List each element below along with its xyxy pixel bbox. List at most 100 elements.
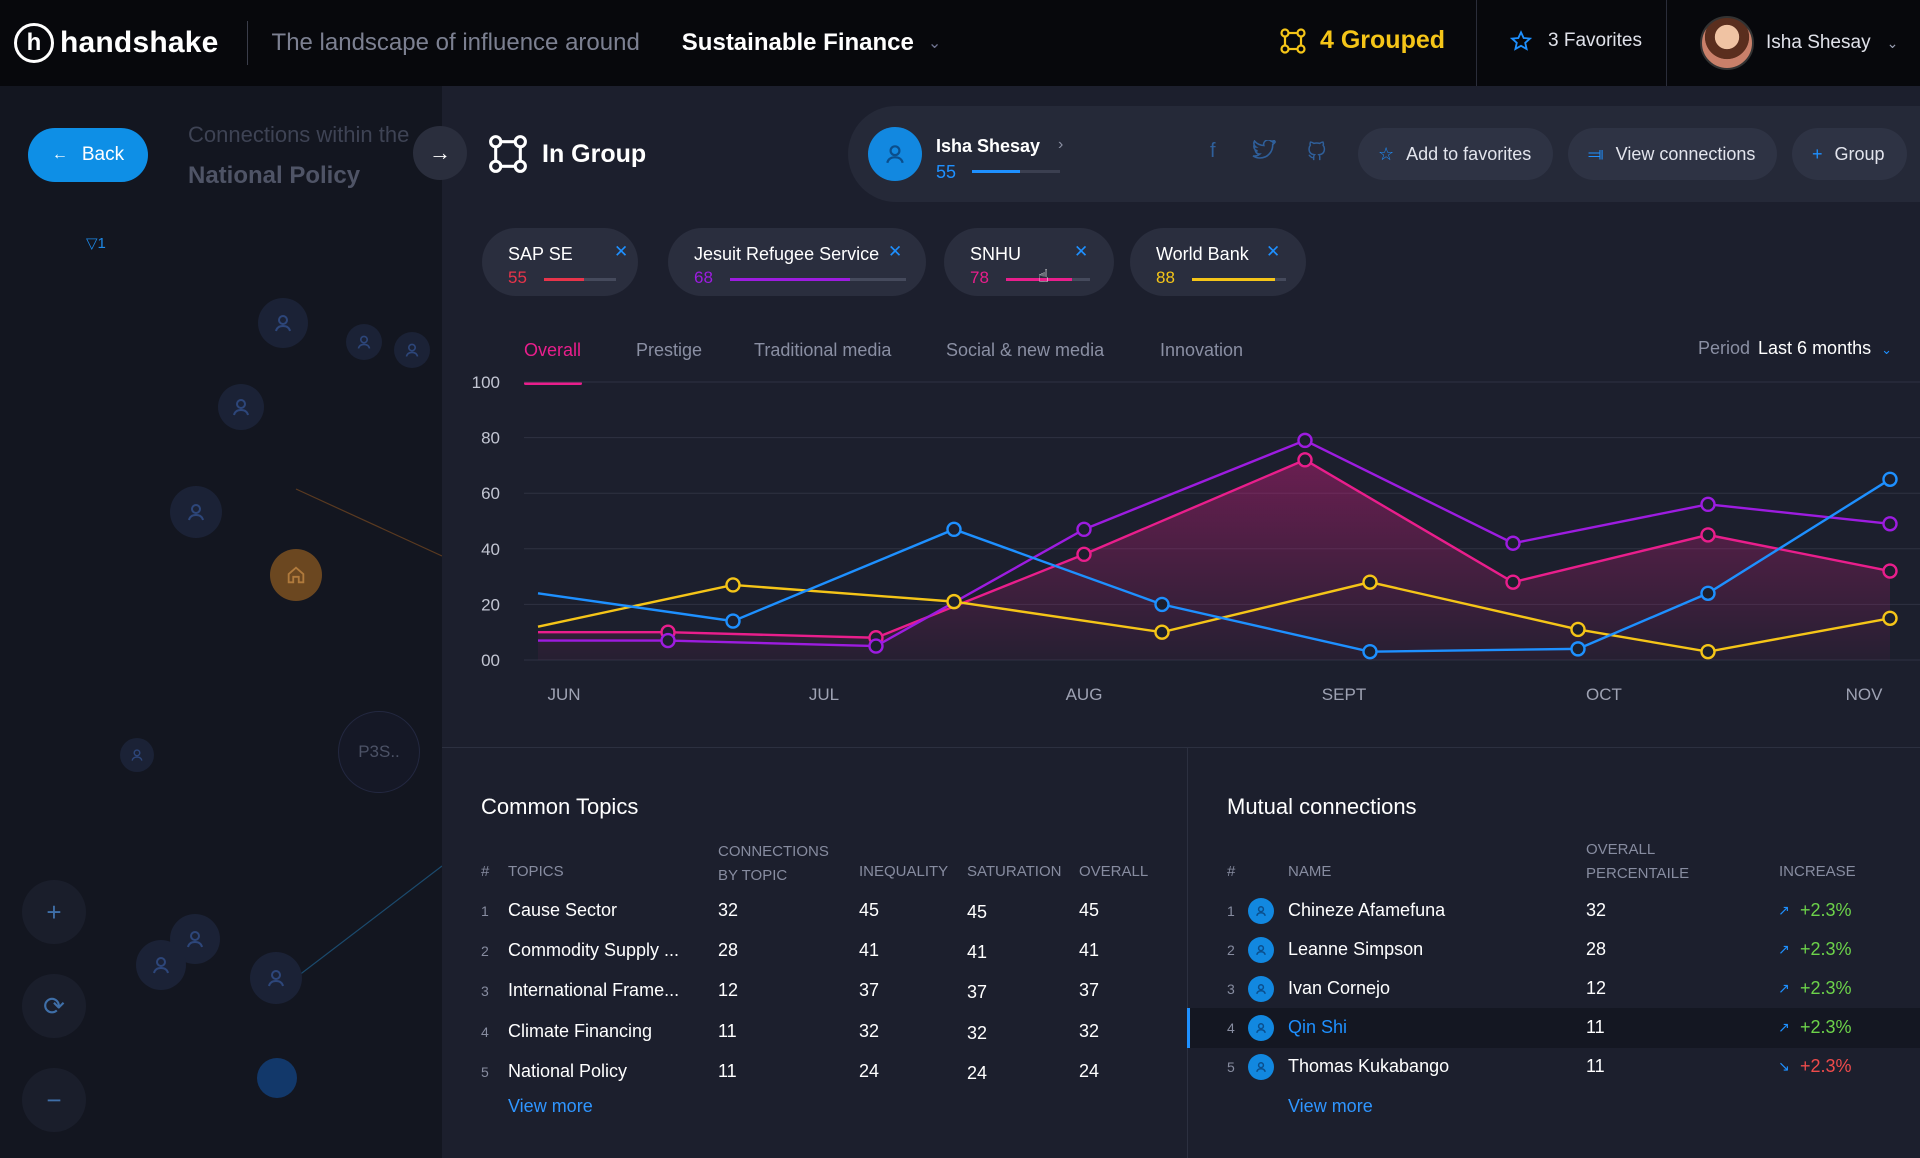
tab-prestige[interactable]: Prestige: [636, 340, 702, 361]
mutual-view-more-link[interactable]: View more: [1288, 1096, 1373, 1117]
column-header[interactable]: INEQUALITY: [859, 860, 948, 884]
data-point[interactable]: [1882, 516, 1898, 532]
column-header[interactable]: TOPICS: [508, 860, 564, 884]
mutual-connections-title: Mutual connections: [1227, 794, 1417, 819]
profile-avatar[interactable]: [868, 127, 922, 181]
data-point[interactable]: [1505, 535, 1521, 551]
column-header[interactable]: CONNECTIONS BY TOPIC: [718, 840, 829, 888]
tab-innovation[interactable]: Innovation: [1160, 340, 1243, 361]
connection-name[interactable]: Ivan Cornejo: [1288, 978, 1390, 999]
brand-logo[interactable]: h handshake: [14, 23, 219, 63]
topic-name[interactable]: Cause Sector: [508, 900, 617, 921]
connection-name[interactable]: Thomas Kukabango: [1288, 1056, 1449, 1077]
topic-name[interactable]: Climate Financing: [508, 1021, 652, 1042]
chip-score-fill: [730, 278, 850, 281]
person-node[interactable]: [136, 940, 186, 990]
connection-name[interactable]: Qin Shi: [1288, 1017, 1347, 1038]
close-icon[interactable]: ✕: [614, 242, 628, 262]
column-header: #: [1227, 863, 1236, 880]
data-point[interactable]: [725, 577, 741, 593]
data-point[interactable]: [1505, 574, 1521, 590]
column-header[interactable]: SATURATION: [967, 860, 1061, 884]
data-point[interactable]: [1362, 574, 1378, 590]
column-header[interactable]: OVERALL PERCENTAILE: [1586, 838, 1696, 886]
panel-title-text: In Group: [542, 139, 647, 168]
topic-name[interactable]: National Policy: [508, 1061, 627, 1082]
period-selector[interactable]: Period Last 6 months ⌄: [1698, 338, 1892, 359]
data-point[interactable]: [1154, 624, 1170, 640]
data-point[interactable]: [1700, 527, 1716, 543]
chip-label: SAP SE: [508, 244, 573, 264]
chevron-down-icon[interactable]: ⌄: [928, 33, 941, 53]
profile-name[interactable]: Isha Shesay: [936, 136, 1040, 157]
data-point[interactable]: [1297, 432, 1313, 449]
close-icon[interactable]: ✕: [888, 242, 902, 262]
person-node[interactable]: [120, 738, 154, 772]
data-point[interactable]: [1700, 585, 1716, 601]
topic-selector[interactable]: Sustainable Finance: [682, 29, 914, 57]
data-point[interactable]: [1882, 471, 1898, 488]
twitter-icon[interactable]: [1252, 138, 1276, 166]
data-point[interactable]: [1570, 621, 1586, 638]
data-point[interactable]: [1882, 563, 1898, 579]
organization-node[interactable]: [270, 549, 322, 601]
close-icon[interactable]: ✕: [1074, 242, 1088, 262]
data-point[interactable]: [1570, 641, 1586, 657]
percentile-value: 28: [1586, 939, 1607, 959]
group-member-chip[interactable]: World Bank ✕ 88: [1130, 228, 1306, 296]
close-icon[interactable]: ✕: [1266, 242, 1280, 262]
column-header[interactable]: OVERALL: [1079, 860, 1148, 884]
data-point[interactable]: [660, 632, 676, 649]
selected-node[interactable]: [257, 1058, 297, 1098]
facebook-icon[interactable]: f: [1210, 140, 1216, 163]
topic-name[interactable]: International Frame...: [508, 980, 679, 1001]
tab-social-new-media[interactable]: Social & new media: [946, 340, 1104, 361]
user-menu[interactable]: Isha Shesay ⌄: [1700, 16, 1898, 70]
topic-name[interactable]: Commodity Supply ...: [508, 940, 679, 961]
group-button[interactable]: + Group: [1792, 128, 1907, 180]
favorites-button[interactable]: 3 Favorites: [1510, 30, 1642, 52]
person-node[interactable]: [170, 486, 222, 538]
add-to-favorites-button[interactable]: ☆ Add to favorites: [1358, 128, 1554, 180]
data-point[interactable]: [1076, 546, 1092, 563]
data-point[interactable]: [946, 521, 962, 538]
github-icon[interactable]: [1306, 140, 1328, 168]
connection-name[interactable]: Leanne Simpson: [1288, 939, 1423, 960]
refresh-button[interactable]: ⟳: [22, 974, 86, 1038]
column-header[interactable]: NAME: [1288, 860, 1331, 884]
data-point[interactable]: [1154, 596, 1170, 613]
group-icon: [1280, 27, 1306, 54]
person-node[interactable]: [394, 332, 430, 368]
grouped-button[interactable]: 4 Grouped: [1280, 26, 1445, 55]
increase-value: +2.3%: [1800, 1056, 1852, 1076]
data-point[interactable]: [868, 638, 884, 654]
person-node[interactable]: [346, 324, 382, 360]
tab-traditional-media[interactable]: Traditional media: [754, 340, 891, 361]
data-point[interactable]: [1076, 521, 1092, 538]
chevron-right-icon[interactable]: ›: [1058, 136, 1063, 154]
data-point[interactable]: [1882, 610, 1898, 626]
percentile-value: 11: [1586, 1056, 1605, 1076]
view-connections-button[interactable]: ⫥ View connections: [1568, 128, 1778, 180]
data-point[interactable]: [1297, 452, 1313, 468]
zoom-out-button[interactable]: −: [22, 1068, 86, 1132]
topics-view-more-link[interactable]: View more: [508, 1096, 593, 1117]
organization-node[interactable]: P3S..: [338, 711, 420, 793]
data-point[interactable]: [1362, 643, 1378, 660]
expand-panel-button[interactable]: →: [413, 126, 467, 180]
data-point[interactable]: [946, 593, 962, 610]
column-header[interactable]: INCREASE: [1779, 860, 1856, 884]
data-point[interactable]: [1700, 496, 1716, 513]
group-member-chip[interactable]: SNHU ✕ 78 ☝: [944, 228, 1114, 296]
person-node[interactable]: [250, 952, 302, 1004]
data-point[interactable]: [725, 613, 741, 629]
group-member-chip[interactable]: SAP SE ✕ 55: [482, 228, 638, 296]
person-node[interactable]: [218, 384, 264, 430]
person-node[interactable]: [258, 298, 308, 348]
favorites-label: 3 Favorites: [1548, 30, 1642, 51]
group-member-chip[interactable]: Jesuit Refugee Service ✕ 68: [668, 228, 926, 296]
zoom-in-button[interactable]: +: [22, 880, 86, 944]
connection-name[interactable]: Chineze Afamefuna: [1288, 900, 1445, 921]
data-point[interactable]: [1700, 643, 1716, 660]
tab-overall[interactable]: Overall: [524, 340, 581, 361]
